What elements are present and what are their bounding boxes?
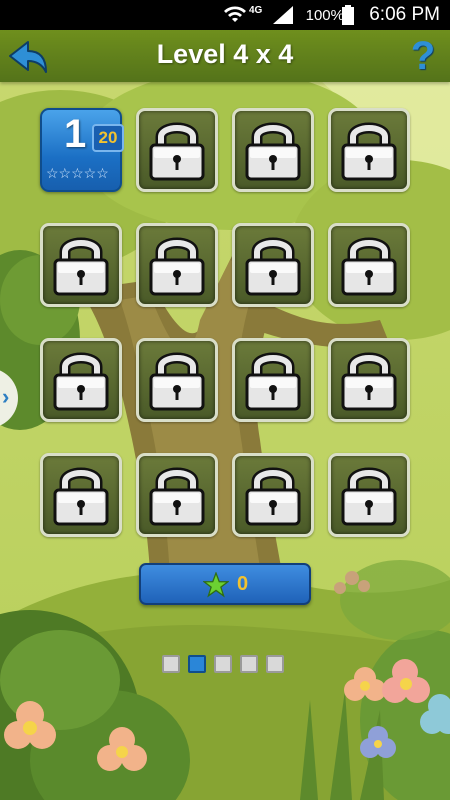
battery-icon [342, 5, 354, 25]
level-tile-locked[interactable] [40, 338, 122, 422]
padlock-icon [53, 237, 109, 296]
level-tile-locked[interactable] [232, 108, 314, 192]
level-tile-locked[interactable] [328, 223, 410, 307]
level-tile-locked[interactable] [232, 223, 314, 307]
star-score-bar: 0 [139, 563, 311, 605]
level-tile-locked[interactable] [232, 453, 314, 537]
padlock-icon [341, 237, 397, 296]
level-tile-locked[interactable] [328, 453, 410, 537]
level-tile-locked[interactable] [136, 453, 218, 537]
padlock-icon [149, 122, 205, 181]
padlock-icon [245, 352, 301, 411]
signal-icon [273, 6, 293, 24]
padlock-icon [149, 237, 205, 296]
padlock-icon [341, 352, 397, 411]
network-type: 4G [249, 5, 263, 16]
level-tile-locked[interactable] [40, 223, 122, 307]
page-dot[interactable] [188, 655, 206, 673]
padlock-icon [341, 122, 397, 181]
padlock-icon [245, 122, 301, 181]
star-count: 0 [237, 573, 249, 595]
level-tile-locked[interactable] [328, 338, 410, 422]
header-bar: Level 4 x 4 ? [0, 30, 450, 82]
level-tile-locked[interactable] [232, 338, 314, 422]
green-star-icon [203, 572, 229, 598]
level-grid: 1 20 ☆☆☆☆☆ [40, 108, 412, 540]
padlock-icon [245, 237, 301, 296]
wifi-icon [224, 6, 246, 22]
padlock-icon [53, 352, 109, 411]
moves-badge: 20 [92, 124, 124, 152]
level-tile-locked[interactable] [40, 453, 122, 537]
padlock-icon [149, 467, 205, 526]
page-dot[interactable] [162, 655, 180, 673]
page-title: Level 4 x 4 [156, 39, 294, 69]
clock: 6:06 PM [369, 4, 440, 25]
status-bar: 4G 100% 6:06 PM [0, 0, 450, 30]
chevron-right-icon: › [2, 384, 10, 409]
page-dot[interactable] [240, 655, 258, 673]
page-dot[interactable] [214, 655, 232, 673]
battery-percent: 100% [305, 7, 344, 24]
padlock-icon [341, 467, 397, 526]
help-button[interactable]: ? [410, 34, 436, 78]
page-dot[interactable] [266, 655, 284, 673]
level-tile-1[interactable]: 1 20 ☆☆☆☆☆ [40, 108, 124, 192]
padlock-icon [53, 467, 109, 526]
level-tile-locked[interactable] [328, 108, 410, 192]
padlock-icon [245, 467, 301, 526]
level-tile-locked[interactable] [136, 338, 218, 422]
padlock-icon [149, 352, 205, 411]
level-tile-locked[interactable] [136, 223, 218, 307]
level-tile-locked[interactable] [136, 108, 218, 192]
star-rating: ☆☆☆☆☆ [46, 165, 109, 181]
level-number: 1 [64, 112, 87, 156]
